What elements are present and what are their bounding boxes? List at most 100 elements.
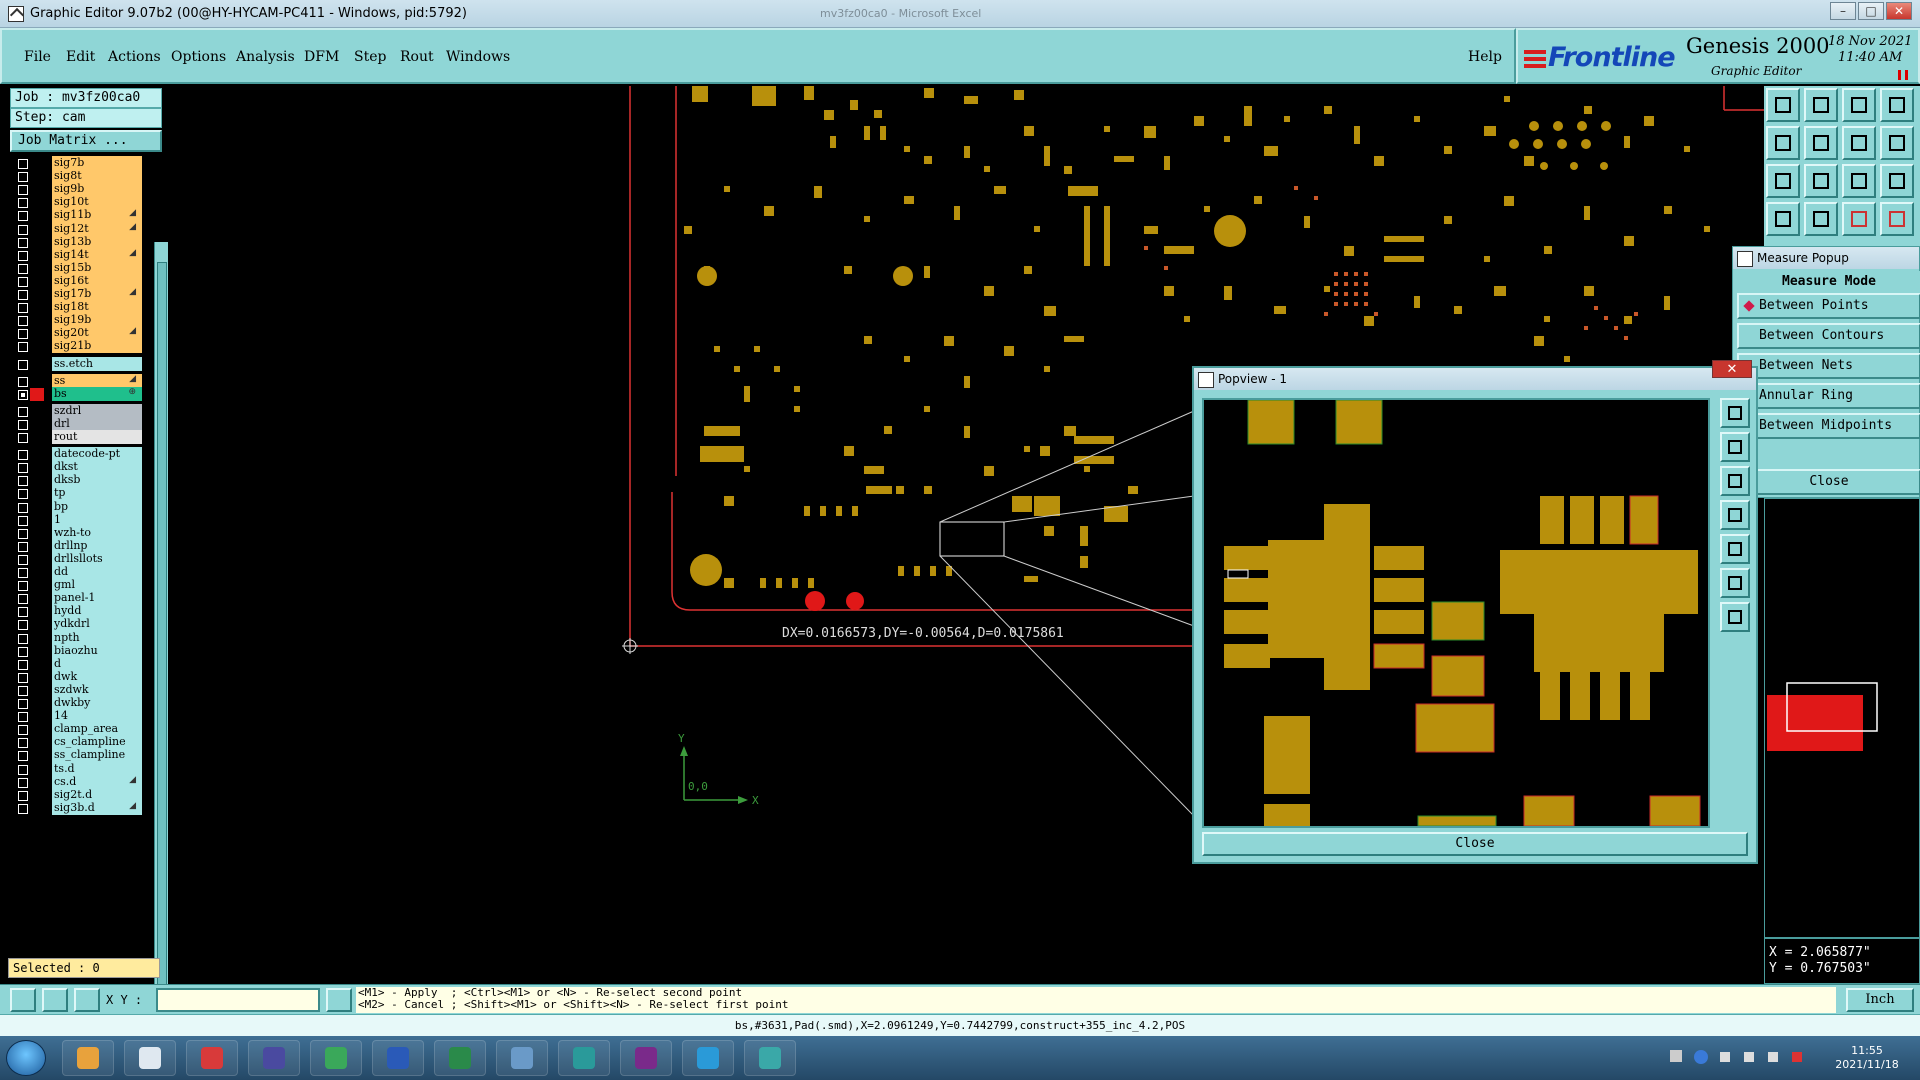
window-icon[interactable] xyxy=(1880,88,1914,122)
layer-checkbox[interactable] xyxy=(18,725,28,736)
pan-left-icon[interactable] xyxy=(1766,126,1800,160)
menu-rout[interactable]: Rout xyxy=(400,49,434,65)
menu-file[interactable]: File xyxy=(24,49,51,65)
layer-checkbox[interactable] xyxy=(18,389,28,400)
layer-checkbox[interactable] xyxy=(18,659,28,670)
layer-checkbox[interactable] xyxy=(18,316,28,327)
layer-row[interactable]: sig21b xyxy=(12,339,142,354)
layer-checkbox[interactable] xyxy=(18,159,28,169)
ruler-icon[interactable] xyxy=(1766,202,1800,236)
layer-checkbox[interactable] xyxy=(18,803,28,814)
option-between-contours[interactable]: Between Contours xyxy=(1737,323,1920,349)
tray-network-icon[interactable] xyxy=(1744,1052,1754,1062)
layer-name[interactable]: ts.d xyxy=(52,761,142,776)
layer-name[interactable]: clamp_area xyxy=(52,722,142,737)
layer-checkbox[interactable] xyxy=(18,250,28,261)
pv-zoom-in-icon[interactable] xyxy=(1720,432,1750,462)
pv-fit-icon[interactable] xyxy=(1720,568,1750,598)
layer-checkbox[interactable] xyxy=(18,276,28,287)
notepad-app-icon[interactable] xyxy=(124,1040,176,1076)
layer-checkbox[interactable] xyxy=(18,777,28,788)
layer-checkbox[interactable] xyxy=(18,224,28,235)
layer-checkbox[interactable] xyxy=(18,633,28,644)
menu-dfm[interactable]: DFM xyxy=(304,49,339,65)
pan-right-icon[interactable] xyxy=(1804,126,1838,160)
layer-name[interactable]: szdwk xyxy=(52,682,142,697)
grid-icon[interactable] xyxy=(74,988,100,1012)
layer-name[interactable]: wzh-to xyxy=(52,525,142,540)
layer-row[interactable]: ss.etch xyxy=(12,356,142,372)
popview-canvas[interactable] xyxy=(1202,398,1710,830)
layer-name[interactable]: drllsllots xyxy=(52,551,142,566)
menu-analysis[interactable]: Analysis xyxy=(236,49,295,65)
layer-checkbox[interactable] xyxy=(18,433,28,443)
center-icon[interactable] xyxy=(1804,164,1838,198)
zoom-in-icon[interactable] xyxy=(1804,88,1838,122)
layer-name[interactable]: rout xyxy=(52,430,142,444)
x-app-icon[interactable] xyxy=(620,1040,672,1076)
pv-zoom-out-icon[interactable] xyxy=(1720,466,1750,496)
layer-name[interactable]: hydd xyxy=(52,604,142,619)
layer-name[interactable]: dksb xyxy=(52,473,142,488)
snap-icon[interactable] xyxy=(10,988,36,1012)
menu-step[interactable]: Step xyxy=(354,49,386,65)
layer-name[interactable]: szdrl xyxy=(52,403,142,418)
layer-row[interactable]: rout xyxy=(12,430,142,445)
layer-name[interactable]: d xyxy=(52,656,142,671)
popview-close-button[interactable]: Close xyxy=(1202,832,1748,856)
layer-name[interactable]: sig10t xyxy=(52,195,142,210)
layer-checkbox[interactable] xyxy=(18,568,28,578)
layer-name[interactable]: sig21b xyxy=(52,339,142,354)
layer-name[interactable]: dkst xyxy=(52,460,142,475)
net-icon[interactable] xyxy=(1842,202,1876,236)
layer-checkbox[interactable] xyxy=(18,672,28,683)
layer-name[interactable]: npth xyxy=(52,630,142,645)
one-to-two-icon[interactable] xyxy=(1842,164,1876,198)
layer-checkbox[interactable] xyxy=(18,738,28,749)
layer-name[interactable]: sig19b xyxy=(52,313,142,328)
layer-name[interactable]: datecode-pt xyxy=(52,447,142,462)
layer-checkbox[interactable] xyxy=(18,620,28,631)
layer-checkbox[interactable] xyxy=(18,342,28,353)
net-red-icon[interactable] xyxy=(1880,202,1914,236)
layer-checkbox[interactable] xyxy=(18,554,28,565)
layer-checkbox[interactable] xyxy=(18,359,28,370)
layer-name[interactable]: sig8t xyxy=(52,169,142,184)
layer-name[interactable]: sig9b xyxy=(52,182,142,197)
layer-name[interactable]: sig2t.d xyxy=(52,787,142,802)
tray-keyboard-icon[interactable] xyxy=(1670,1050,1682,1062)
eye-app-icon[interactable] xyxy=(558,1040,610,1076)
layer-name[interactable]: panel-1 xyxy=(52,591,142,606)
unit-button[interactable]: Inch xyxy=(1846,988,1914,1012)
word-app-icon[interactable] xyxy=(372,1040,424,1076)
menu-actions[interactable]: Actions xyxy=(108,49,161,65)
tray-volume-icon[interactable] xyxy=(1768,1052,1778,1062)
layer-checkbox[interactable] xyxy=(18,685,28,696)
pv-zoom-home-icon[interactable] xyxy=(1720,398,1750,428)
option-between-nets[interactable]: Between Nets xyxy=(1737,353,1920,379)
measure-close-button[interactable]: Close xyxy=(1737,469,1920,495)
layer-checkbox[interactable] xyxy=(18,406,28,417)
layer-name[interactable]: biaozhu xyxy=(52,643,142,658)
layer-checkbox[interactable] xyxy=(18,764,28,775)
pv-center-icon[interactable] xyxy=(1720,602,1750,632)
pause-icon[interactable] xyxy=(1898,70,1908,80)
layer-checkbox[interactable] xyxy=(18,303,28,314)
g-app-icon[interactable] xyxy=(186,1040,238,1076)
layer-name[interactable]: cs_clampline xyxy=(52,735,142,750)
paint-app-icon[interactable] xyxy=(62,1040,114,1076)
layer-checkbox[interactable] xyxy=(18,646,28,657)
start-button[interactable] xyxy=(6,1040,46,1076)
layer-name[interactable]: 1 xyxy=(52,512,142,527)
zoom-home-icon[interactable] xyxy=(1766,88,1800,122)
menu-help[interactable]: Help xyxy=(1468,49,1502,65)
layer-checkbox[interactable] xyxy=(18,790,28,801)
overview-panel[interactable] xyxy=(1764,498,1920,938)
menu-options[interactable]: Options xyxy=(171,49,226,65)
layer-name[interactable]: gml xyxy=(52,578,142,593)
redraw-icon[interactable] xyxy=(1880,126,1914,160)
layer-name[interactable]: sig15b xyxy=(52,260,142,275)
tray-alert-icon[interactable] xyxy=(1792,1052,1802,1062)
option-annular-ring[interactable]: Annular Ring xyxy=(1737,383,1920,409)
layer-name[interactable]: drl xyxy=(52,416,142,431)
